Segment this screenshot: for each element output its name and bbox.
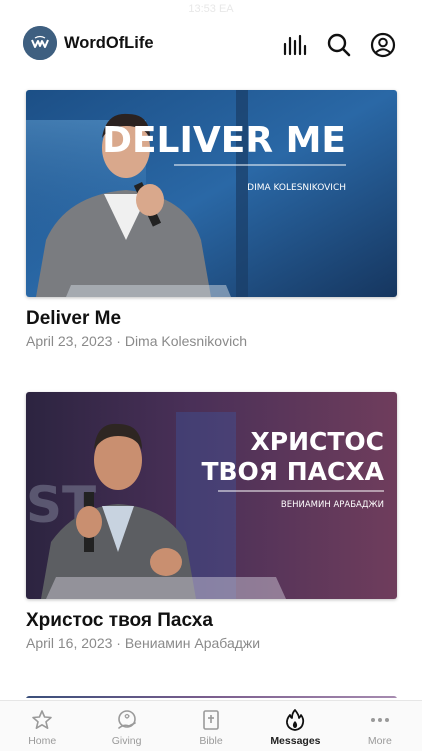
app-logo[interactable]	[23, 26, 57, 60]
message-title[interactable]: Deliver Me	[26, 307, 397, 331]
thumb-speaker-text: DIMA KOLESNIKOVICH	[247, 183, 346, 193]
app-header: WordOfLife	[0, 22, 422, 66]
tab-bar: Home Giving Bible Messages More	[0, 700, 422, 751]
message-thumbnail[interactable]: DELIVER ME DIMA KOLESNIKOVICH	[26, 90, 397, 297]
bible-icon	[203, 710, 219, 730]
message-card[interactable]: ST ХРИСТОС ТВОЯ ПАСХА ВЕНИАМИН АРАБАДЖИ …	[26, 392, 397, 652]
audio-bars-icon[interactable]	[282, 32, 308, 58]
more-icon	[370, 718, 389, 722]
message-card[interactable]: DELIVER ME DIMA KOLESNIKOVICH Deliver Me…	[26, 90, 397, 350]
thumb-speaker-text: ВЕНИАМИН АРАБАДЖИ	[281, 500, 384, 510]
thumb-title-line2: ТВОЯ ПАСХА	[201, 457, 384, 486]
flame-icon	[286, 709, 305, 731]
wordoflife-logo-icon	[23, 26, 57, 60]
tab-label: Giving	[111, 735, 142, 747]
tab-label: Messages	[270, 735, 321, 747]
message-meta: April 23, 2023 · Dima Kolesnikovich	[26, 333, 247, 349]
status-bar-time: 13:53 EA	[188, 3, 234, 15]
thumb-title-line1: ХРИСТОС	[250, 427, 384, 456]
messages-list[interactable]: DELIVER ME DIMA KOLESNIKOVICH Deliver Me…	[0, 76, 422, 698]
tab-label: More	[367, 735, 392, 747]
message-card-peek[interactable]	[26, 696, 397, 698]
search-icon[interactable]	[326, 32, 352, 58]
tab-messages[interactable]: Messages	[253, 701, 337, 751]
message-thumbnail[interactable]: ST ХРИСТОС ТВОЯ ПАСХА ВЕНИАМИН АРАБАДЖИ	[26, 392, 397, 599]
giving-icon	[117, 710, 136, 729]
tab-giving[interactable]: Giving	[84, 701, 168, 751]
tab-label: Home	[28, 735, 57, 747]
star-icon	[32, 710, 53, 729]
tab-bible[interactable]: Bible	[169, 701, 253, 751]
message-meta: April 16, 2023 · Вениамин Арабаджи	[26, 635, 261, 651]
thumb-title-text: DELIVER ME	[102, 120, 346, 161]
app-title: WordOfLife	[64, 34, 154, 52]
tab-home[interactable]: Home	[0, 701, 84, 751]
tab-label: Bible	[199, 735, 223, 747]
tab-more[interactable]: More	[338, 701, 422, 751]
message-title[interactable]: Христос твоя Пасха	[26, 609, 397, 633]
profile-icon[interactable]	[370, 32, 396, 58]
